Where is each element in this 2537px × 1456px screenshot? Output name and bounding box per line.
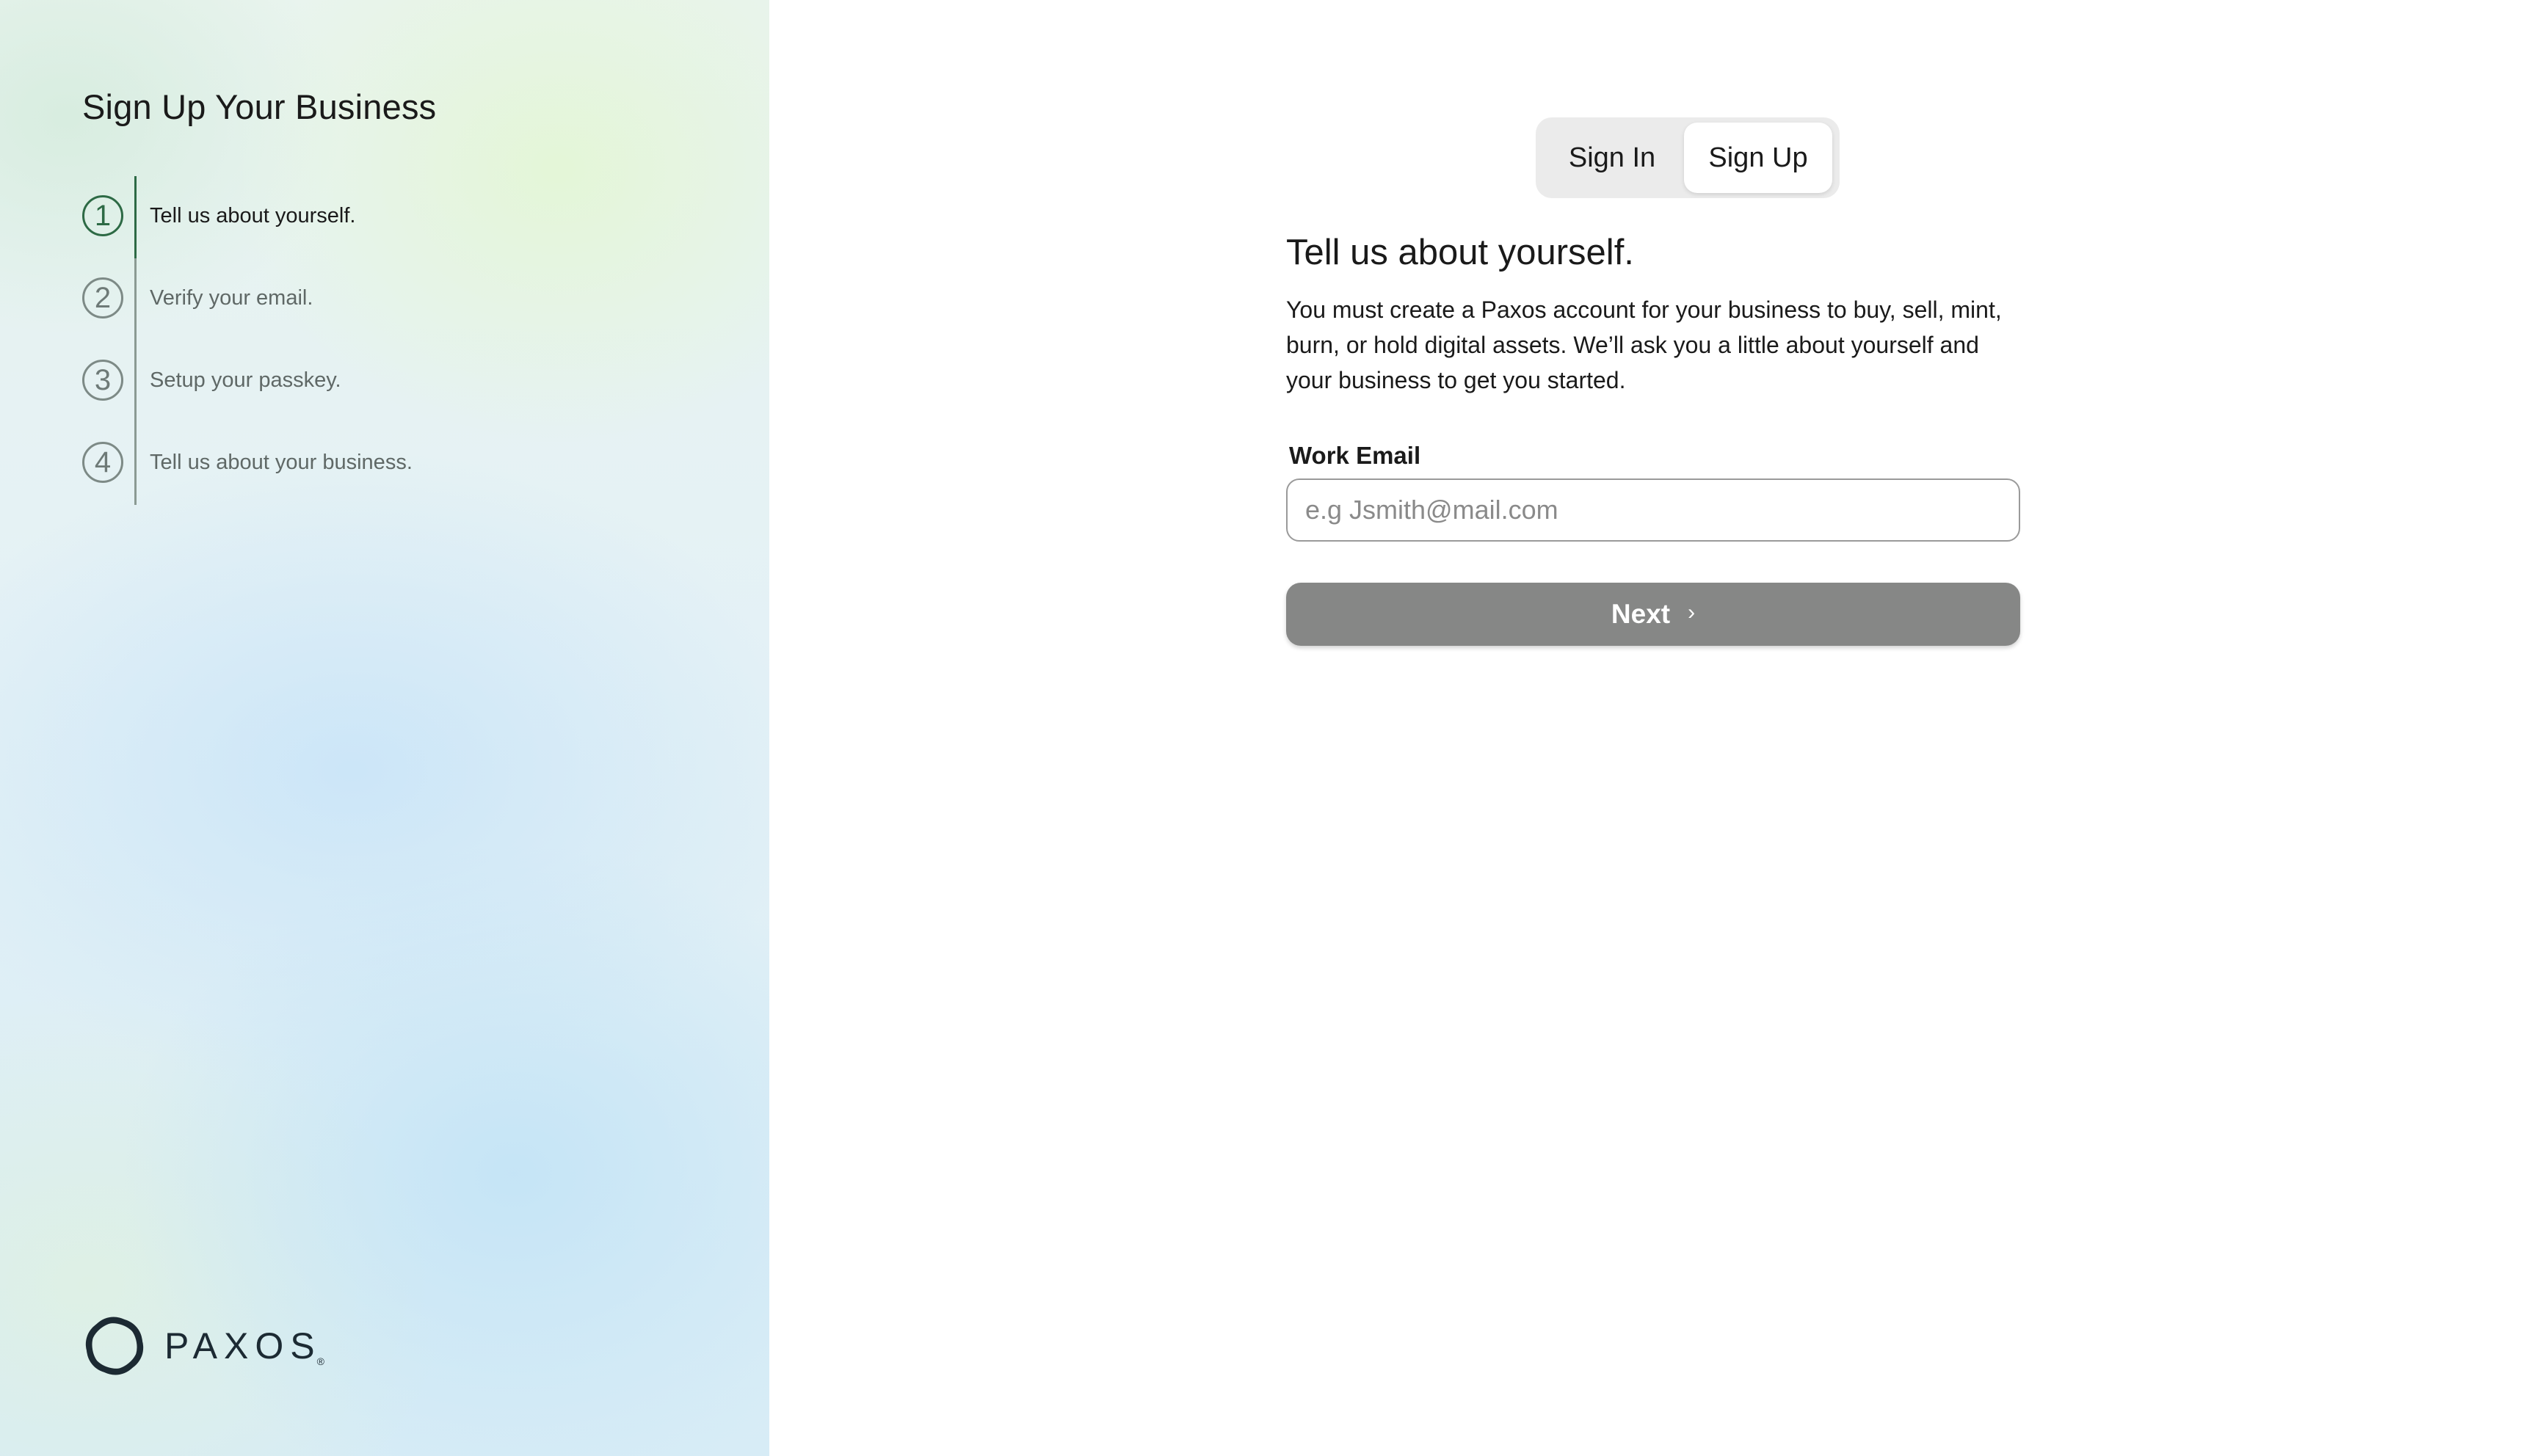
next-button-label: Next	[1611, 599, 1671, 629]
step-2: 2 Verify your email.	[82, 276, 313, 320]
step-number-badge: 4	[82, 442, 123, 483]
left-panel: Sign Up Your Business 1 Tell us about yo…	[0, 0, 769, 1456]
form-description: You must create a Paxos account for your…	[1286, 296, 2002, 393]
form-heading: Tell us about yourself.	[1286, 233, 1634, 272]
step-label: Verify your email.	[150, 285, 313, 310]
step-1: 1 Tell us about yourself.	[82, 194, 355, 238]
step-4: 4 Tell us about your business.	[82, 440, 413, 484]
right-panel: Sign In Sign Up Tell us about yourself. …	[769, 0, 2537, 1456]
sidebar-title: Sign Up Your Business	[82, 87, 437, 126]
step-label: Tell us about yourself.	[150, 203, 356, 228]
step-number-badge: 2	[82, 277, 123, 318]
step-label: Tell us about your business.	[150, 450, 413, 474]
step-number-badge: 3	[82, 360, 123, 401]
step-label: Setup your passkey.	[150, 368, 341, 392]
sign-in-tab[interactable]: Sign In	[1540, 123, 1684, 193]
logo-wordmark: PAXOS®	[164, 1325, 324, 1367]
work-email-input[interactable]	[1286, 478, 2020, 542]
work-email-label: Work Email	[1289, 442, 1421, 469]
step-number-badge: 1	[82, 195, 123, 236]
sign-up-tab[interactable]: Sign Up	[1684, 123, 1832, 193]
paxos-logo-mark-icon	[85, 1317, 144, 1375]
auth-toggle: Sign In Sign Up	[1536, 117, 1840, 198]
signup-form: Tell us about yourself. You must create …	[1286, 232, 2020, 646]
next-button[interactable]: Next ›	[1286, 583, 2020, 646]
chevron-right-icon: ›	[1688, 600, 1696, 625]
step-3: 3 Setup your passkey.	[82, 358, 341, 402]
logo-text: PAXOS	[164, 1325, 322, 1366]
registered-mark: ®	[316, 1355, 324, 1367]
paxos-logo: PAXOS®	[81, 1312, 324, 1380]
